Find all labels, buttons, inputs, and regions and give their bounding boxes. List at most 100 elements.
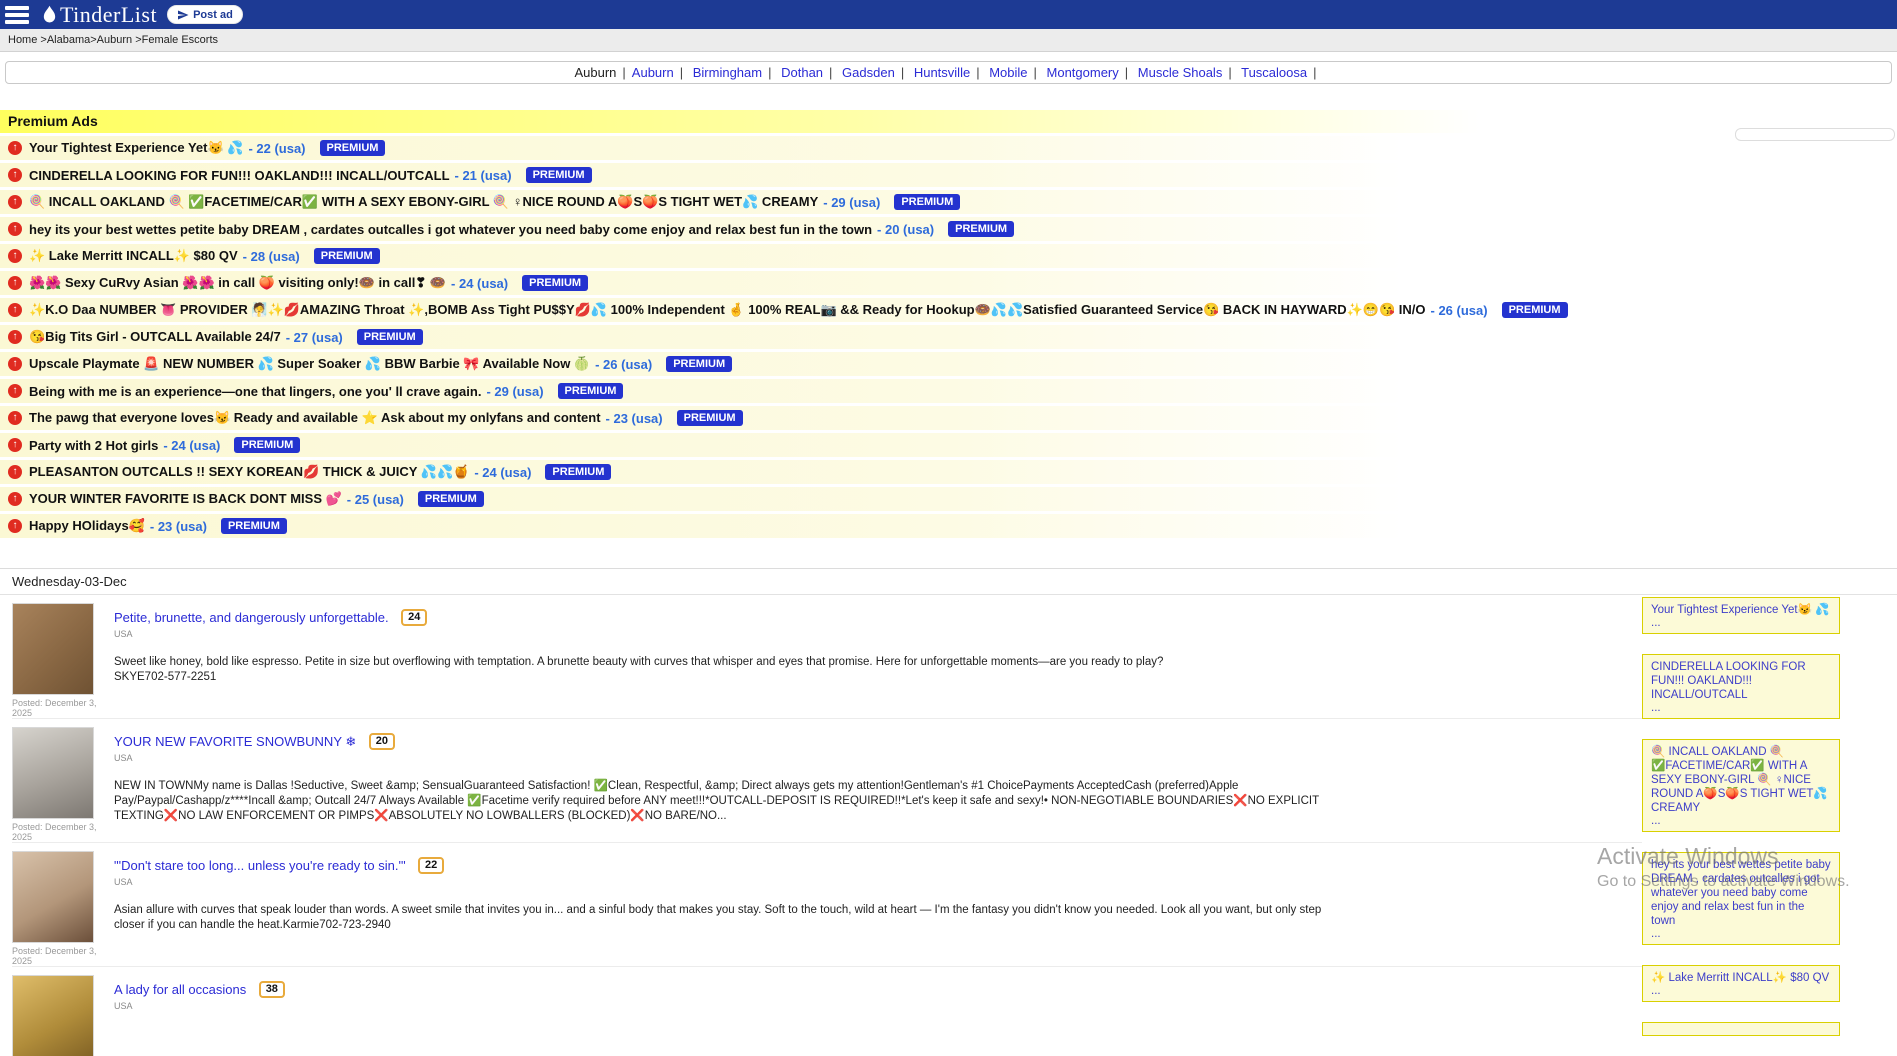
up-arrow-icon — [8, 141, 22, 155]
listing-row: Posted: December 3, 2025 YOUR NEW FAVORI… — [12, 719, 1642, 843]
premium-ad-row[interactable]: hey its your best wettes petite baby DRE… — [0, 217, 1897, 241]
premium-ads-list: Your Tightest Experience Yet😼 💦 - 22 (us… — [0, 136, 1897, 538]
premium-ad-row[interactable]: 😘Big Tits Girl - OUTCALL Available 24/7 … — [0, 325, 1897, 349]
listing-title-row: YOUR NEW FAVORITE SNOWBUNNY ❄ 20 — [114, 733, 1349, 751]
city-link[interactable]: Auburn — [632, 65, 674, 80]
city-separator: | — [1228, 65, 1231, 80]
premium-badge: PREMIUM — [666, 356, 732, 372]
city-link[interactable]: Montgomery — [1047, 65, 1119, 80]
up-arrow-icon — [8, 168, 22, 182]
premium-ad-title[interactable]: 😘Big Tits Girl - OUTCALL Available 24/7 — [29, 329, 281, 345]
premium-ad-row[interactable]: ✨K.O Daa NUMBER 👅 PROVIDER 🧖✨💋AMAZING Th… — [0, 298, 1897, 322]
city-separator: | — [622, 65, 625, 80]
premium-ad-age-country: - 20 (usa) — [877, 222, 934, 237]
listing-title-row: "'Don't stare too long... unless you're … — [114, 857, 1349, 875]
post-ad-button[interactable]: Post ad — [167, 5, 243, 24]
sidebar-premium-title[interactable]: ✨ Lake Merritt INCALL✨ $80 QV — [1651, 971, 1831, 985]
premium-ad-row[interactable]: PLEASANTON OUTCALLS !! SEXY KOREAN💋 THIC… — [0, 460, 1897, 484]
premium-ad-row[interactable]: Happy HOlidays🥰 - 23 (usa) PREMIUM — [0, 514, 1897, 538]
listing-thumbnail-photo[interactable] — [12, 727, 94, 819]
sidebar-premium-title[interactable]: CINDERELLA LOOKING FOR FUN!!! OAKLAND!!!… — [1651, 660, 1831, 702]
listing-thumbnail-photo[interactable] — [12, 603, 94, 695]
up-arrow-icon — [8, 465, 22, 479]
sidebar-premium-box[interactable]: 🍭 INCALL OAKLAND 🍭 ✅FACETIME/CAR✅ WITH A… — [1642, 739, 1840, 832]
breadcrumb[interactable]: Home >Alabama>Auburn >Female Escorts — [0, 29, 1897, 52]
breadcrumb-text[interactable]: Home >Alabama>Auburn >Female Escorts — [8, 34, 218, 46]
listing-title-link[interactable]: YOUR NEW FAVORITE SNOWBUNNY ❄ — [114, 734, 356, 749]
listing-location: USA — [114, 753, 1349, 763]
premium-ad-row[interactable]: CINDERELLA LOOKING FOR FUN!!! OAKLAND!!!… — [0, 163, 1897, 187]
premium-ad-title[interactable]: ✨ Lake Merritt INCALL✨ $80 QV — [29, 248, 238, 264]
premium-ad-title[interactable]: Party with 2 Hot girls — [29, 438, 158, 453]
sidebar-premium-box[interactable]: CINDERELLA LOOKING FOR FUN!!! OAKLAND!!!… — [1642, 654, 1840, 719]
sidebar-premium-box[interactable]: Your Tightest Experience Yet😼 💦 ... — [1642, 597, 1840, 634]
listing-body: YOUR NEW FAVORITE SNOWBUNNY ❄ 20 USA NEW… — [114, 727, 1349, 842]
flame-logo-icon — [41, 5, 58, 25]
listing-left-column — [12, 975, 100, 1056]
listing-posted-date: Posted: December 3, 2025 — [12, 946, 100, 966]
premium-ad-title[interactable]: Your Tightest Experience Yet😼 💦 — [29, 140, 243, 156]
up-arrow-icon — [8, 222, 22, 236]
city-separator: | — [976, 65, 979, 80]
listing-thumbnail-photo[interactable] — [12, 851, 94, 943]
listing-thumbnail-photo[interactable] — [12, 975, 94, 1056]
sidebar-boxes-list: Your Tightest Experience Yet😼 💦 ... CIND… — [1642, 597, 1840, 1036]
premium-ad-row[interactable]: Party with 2 Hot girls - 24 (usa) PREMIU… — [0, 433, 1897, 457]
city-link[interactable]: Mobile — [989, 65, 1027, 80]
premium-ad-row[interactable]: Your Tightest Experience Yet😼 💦 - 22 (us… — [0, 136, 1897, 160]
city-link[interactable]: Huntsville — [914, 65, 970, 80]
premium-badge: PREMIUM — [320, 140, 386, 156]
city-link[interactable]: Muscle Shoals — [1138, 65, 1223, 80]
city-link[interactable]: Tuscaloosa — [1241, 65, 1307, 80]
premium-badge: PREMIUM — [558, 383, 624, 399]
premium-ad-title[interactable]: 🍭 INCALL OAKLAND 🍭 ✅FACETIME/CAR✅ WITH A… — [29, 194, 818, 210]
premium-ad-title[interactable]: ✨K.O Daa NUMBER 👅 PROVIDER 🧖✨💋AMAZING Th… — [29, 302, 1426, 318]
listing-body: "'Don't stare too long... unless you're … — [114, 851, 1349, 966]
sidebar-premium-title[interactable]: Your Tightest Experience Yet😼 💦 — [1651, 603, 1831, 617]
premium-badge: PREMIUM — [948, 221, 1014, 237]
premium-ad-title[interactable]: Being with me is an experience—one that … — [29, 384, 481, 399]
premium-ad-title[interactable]: hey its your best wettes petite baby DRE… — [29, 222, 872, 237]
premium-ad-row[interactable]: 🍭 INCALL OAKLAND 🍭 ✅FACETIME/CAR✅ WITH A… — [0, 190, 1897, 214]
premium-ad-row[interactable]: 🌺🌺 Sexy CuRvy Asian 🌺🌺 in call 🍑 visitin… — [0, 271, 1897, 295]
premium-ad-row[interactable]: ✨ Lake Merritt INCALL✨ $80 QV - 28 (usa)… — [0, 244, 1897, 268]
sidebar-premium-title[interactable]: 🍭 INCALL OAKLAND 🍭 ✅FACETIME/CAR✅ WITH A… — [1651, 745, 1831, 815]
sidebar-premium-box[interactable]: hey its your best wettes petite baby DRE… — [1642, 852, 1840, 945]
premium-ad-title[interactable]: Happy HOlidays🥰 — [29, 518, 145, 534]
listing-body: A lady for all occasions 38 USA — [114, 975, 285, 1056]
premium-ad-row[interactable]: Upscale Playmate 🚨 NEW NUMBER 💦 Super So… — [0, 352, 1897, 376]
sidebar-premium-box[interactable]: ✨ Lake Merritt INCALL✨ $80 QV ... — [1642, 965, 1840, 1002]
listing-description: Asian allure with curves that speak loud… — [114, 903, 1349, 933]
premium-ad-row[interactable]: YOUR WINTER FAVORITE IS BACK DONT MISS 💕… — [0, 487, 1897, 511]
premium-ad-age-country: - 29 (usa) — [486, 384, 543, 399]
premium-ad-title[interactable]: The pawg that everyone loves😼 Ready and … — [29, 410, 601, 426]
listing-age-badge: 22 — [418, 857, 444, 874]
city-link[interactable]: Dothan — [781, 65, 823, 80]
premium-ad-title[interactable]: 🌺🌺 Sexy CuRvy Asian 🌺🌺 in call 🍑 visitin… — [29, 275, 446, 291]
listing-title-link[interactable]: "'Don't stare too long... unless you're … — [114, 858, 406, 873]
premium-ad-row[interactable]: Being with me is an experience—one that … — [0, 379, 1897, 403]
premium-ad-title[interactable]: YOUR WINTER FAVORITE IS BACK DONT MISS 💕 — [29, 491, 342, 507]
sidebar-premium-box[interactable] — [1642, 1022, 1840, 1036]
sidebar-premium-ellipsis: ... — [1651, 985, 1831, 997]
premium-ad-age-country: - 29 (usa) — [823, 195, 880, 210]
listing-title-link[interactable]: A lady for all occasions — [114, 982, 246, 997]
listing-location: USA — [114, 877, 1349, 887]
city-link[interactable]: Gadsden — [842, 65, 895, 80]
city-links-list: Auburn| Birmingham| Dothan| Gadsden| Hun… — [632, 65, 1323, 80]
premium-ad-row[interactable]: The pawg that everyone loves😼 Ready and … — [0, 406, 1897, 430]
listing-posted-date: Posted: December 3, 2025 — [12, 698, 100, 718]
premium-ad-title[interactable]: Upscale Playmate 🚨 NEW NUMBER 💦 Super So… — [29, 356, 590, 372]
premium-ad-title[interactable]: CINDERELLA LOOKING FOR FUN!!! OAKLAND!!!… — [29, 168, 450, 183]
listing-title-link[interactable]: Petite, brunette, and dangerously unforg… — [114, 610, 389, 625]
sidebar-premium-title[interactable]: hey its your best wettes petite baby DRE… — [1651, 858, 1831, 928]
premium-ad-title[interactable]: PLEASANTON OUTCALLS !! SEXY KOREAN💋 THIC… — [29, 464, 469, 480]
premium-ad-age-country: - 28 (usa) — [243, 249, 300, 264]
listing-left-column: Posted: December 3, 2025 — [12, 603, 100, 718]
premium-badge: PREMIUM — [677, 410, 743, 426]
site-logo[interactable]: TinderList — [41, 2, 157, 28]
up-arrow-icon — [8, 330, 22, 344]
city-link[interactable]: Birmingham — [693, 65, 762, 80]
hamburger-menu-icon[interactable] — [5, 6, 29, 24]
listing-age-badge: 24 — [401, 609, 427, 626]
